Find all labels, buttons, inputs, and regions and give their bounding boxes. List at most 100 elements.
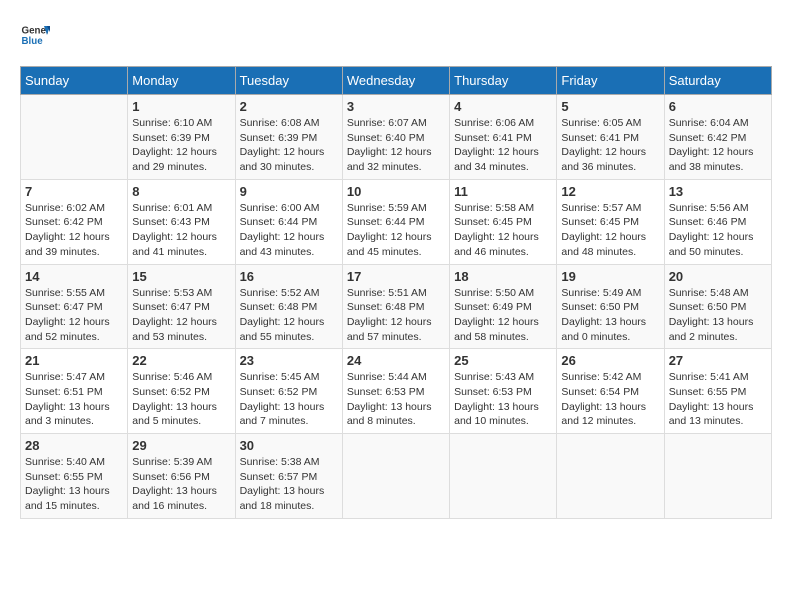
day-number: 8 xyxy=(132,184,230,199)
calendar-cell: 5 Sunrise: 6:05 AMSunset: 6:41 PMDaylight… xyxy=(557,95,664,180)
calendar-week-row: 1 Sunrise: 6:10 AMSunset: 6:39 PMDaylight… xyxy=(21,95,772,180)
calendar-week-row: 14 Sunrise: 5:55 AMSunset: 6:47 PMDayligh… xyxy=(21,264,772,349)
cell-info: Sunrise: 6:04 AMSunset: 6:42 PMDaylight:… xyxy=(669,116,767,175)
day-number: 12 xyxy=(561,184,659,199)
cell-info: Sunrise: 6:10 AMSunset: 6:39 PMDaylight:… xyxy=(132,116,230,175)
calendar-cell: 16 Sunrise: 5:52 AMSunset: 6:48 PMDayligh… xyxy=(235,264,342,349)
day-number: 9 xyxy=(240,184,338,199)
cell-info: Sunrise: 5:44 AMSunset: 6:53 PMDaylight:… xyxy=(347,370,445,429)
cell-info: Sunrise: 5:47 AMSunset: 6:51 PMDaylight:… xyxy=(25,370,123,429)
calendar-cell: 24 Sunrise: 5:44 AMSunset: 6:53 PMDayligh… xyxy=(342,349,449,434)
calendar-cell: 9Sunrise: 6:00 AMSunset: 6:44 PMDaylight… xyxy=(235,179,342,264)
calendar-cell: 30 Sunrise: 5:38 AMSunset: 6:57 PMDayligh… xyxy=(235,434,342,519)
day-number: 23 xyxy=(240,353,338,368)
day-number: 2 xyxy=(240,99,338,114)
calendar-cell: 26 Sunrise: 5:42 AMSunset: 6:54 PMDayligh… xyxy=(557,349,664,434)
day-number: 27 xyxy=(669,353,767,368)
cell-info: Sunrise: 5:43 AMSunset: 6:53 PMDaylight:… xyxy=(454,370,552,429)
day-number: 5 xyxy=(561,99,659,114)
logo: General Blue xyxy=(20,20,54,50)
cell-info: Sunrise: 5:46 AMSunset: 6:52 PMDaylight:… xyxy=(132,370,230,429)
cell-info: Sunrise: 5:39 AMSunset: 6:56 PMDaylight:… xyxy=(132,455,230,514)
calendar-cell: 15Sunrise: 5:53 AMSunset: 6:47 PMDayligh… xyxy=(128,264,235,349)
day-number: 25 xyxy=(454,353,552,368)
calendar-cell: 22 Sunrise: 5:46 AMSunset: 6:52 PMDayligh… xyxy=(128,349,235,434)
day-number: 30 xyxy=(240,438,338,453)
day-number: 16 xyxy=(240,269,338,284)
day-number: 22 xyxy=(132,353,230,368)
weekday-header: Sunday xyxy=(21,67,128,95)
cell-info: Sunrise: 6:05 AMSunset: 6:41 PMDaylight:… xyxy=(561,116,659,175)
calendar-cell: 29 Sunrise: 5:39 AMSunset: 6:56 PMDayligh… xyxy=(128,434,235,519)
cell-info: Sunrise: 5:55 AMSunset: 6:47 PMDaylight:… xyxy=(25,286,123,345)
day-number: 15 xyxy=(132,269,230,284)
cell-info: Sunrise: 6:07 AMSunset: 6:40 PMDaylight:… xyxy=(347,116,445,175)
calendar-cell xyxy=(450,434,557,519)
calendar-week-row: 7 Sunrise: 6:02 AMSunset: 6:42 PMDaylight… xyxy=(21,179,772,264)
day-number: 7 xyxy=(25,184,123,199)
cell-info: Sunrise: 5:50 AMSunset: 6:49 PMDaylight:… xyxy=(454,286,552,345)
cell-info: Sunrise: 6:06 AMSunset: 6:41 PMDaylight:… xyxy=(454,116,552,175)
day-number: 19 xyxy=(561,269,659,284)
calendar-week-row: 28Sunrise: 5:40 AMSunset: 6:55 PMDayligh… xyxy=(21,434,772,519)
page-header: General Blue xyxy=(20,20,772,50)
day-number: 6 xyxy=(669,99,767,114)
calendar-cell: 8 Sunrise: 6:01 AMSunset: 6:43 PMDaylight… xyxy=(128,179,235,264)
day-number: 28 xyxy=(25,438,123,453)
cell-info: Sunrise: 5:56 AMSunset: 6:46 PMDaylight:… xyxy=(669,201,767,260)
day-number: 4 xyxy=(454,99,552,114)
calendar-cell: 23 Sunrise: 5:45 AMSunset: 6:52 PMDayligh… xyxy=(235,349,342,434)
calendar-cell: 25 Sunrise: 5:43 AMSunset: 6:53 PMDayligh… xyxy=(450,349,557,434)
calendar-cell: 4 Sunrise: 6:06 AMSunset: 6:41 PMDaylight… xyxy=(450,95,557,180)
cell-info: Sunrise: 5:45 AMSunset: 6:52 PMDaylight:… xyxy=(240,370,338,429)
weekday-header: Friday xyxy=(557,67,664,95)
calendar-cell: 14 Sunrise: 5:55 AMSunset: 6:47 PMDayligh… xyxy=(21,264,128,349)
calendar-cell xyxy=(664,434,771,519)
cell-info: Sunrise: 5:38 AMSunset: 6:57 PMDaylight:… xyxy=(240,455,338,514)
cell-info: Sunrise: 5:59 AMSunset: 6:44 PMDaylight:… xyxy=(347,201,445,260)
calendar-cell xyxy=(557,434,664,519)
cell-info: Sunrise: 6:02 AMSunset: 6:42 PMDaylight:… xyxy=(25,201,123,260)
weekday-header: Saturday xyxy=(664,67,771,95)
cell-info: Sunrise: 5:58 AMSunset: 6:45 PMDaylight:… xyxy=(454,201,552,260)
day-number: 17 xyxy=(347,269,445,284)
day-number: 18 xyxy=(454,269,552,284)
weekday-header: Thursday xyxy=(450,67,557,95)
day-number: 11 xyxy=(454,184,552,199)
cell-info: Sunrise: 5:51 AMSunset: 6:48 PMDaylight:… xyxy=(347,286,445,345)
calendar-cell: 7 Sunrise: 6:02 AMSunset: 6:42 PMDaylight… xyxy=(21,179,128,264)
weekday-header: Tuesday xyxy=(235,67,342,95)
day-number: 1 xyxy=(132,99,230,114)
calendar-table: SundayMondayTuesdayWednesdayThursdayFrid… xyxy=(20,66,772,519)
cell-info: Sunrise: 5:42 AMSunset: 6:54 PMDaylight:… xyxy=(561,370,659,429)
cell-info: Sunrise: 5:49 AMSunset: 6:50 PMDaylight:… xyxy=(561,286,659,345)
logo-icon: General Blue xyxy=(20,20,50,50)
day-number: 21 xyxy=(25,353,123,368)
svg-text:Blue: Blue xyxy=(22,36,44,47)
day-number: 29 xyxy=(132,438,230,453)
calendar-cell: 28Sunrise: 5:40 AMSunset: 6:55 PMDayligh… xyxy=(21,434,128,519)
day-number: 24 xyxy=(347,353,445,368)
weekday-header: Wednesday xyxy=(342,67,449,95)
day-number: 20 xyxy=(669,269,767,284)
calendar-cell: 19 Sunrise: 5:49 AMSunset: 6:50 PMDayligh… xyxy=(557,264,664,349)
calendar-cell: 11 Sunrise: 5:58 AMSunset: 6:45 PMDayligh… xyxy=(450,179,557,264)
calendar-cell: 1 Sunrise: 6:10 AMSunset: 6:39 PMDaylight… xyxy=(128,95,235,180)
calendar-cell xyxy=(342,434,449,519)
weekday-header: Monday xyxy=(128,67,235,95)
cell-info: Sunrise: 5:41 AMSunset: 6:55 PMDaylight:… xyxy=(669,370,767,429)
cell-info: Sunrise: 5:57 AMSunset: 6:45 PMDaylight:… xyxy=(561,201,659,260)
calendar-cell: 20 Sunrise: 5:48 AMSunset: 6:50 PMDayligh… xyxy=(664,264,771,349)
calendar-cell: 17 Sunrise: 5:51 AMSunset: 6:48 PMDayligh… xyxy=(342,264,449,349)
calendar-cell: 12 Sunrise: 5:57 AMSunset: 6:45 PMDayligh… xyxy=(557,179,664,264)
day-number: 14 xyxy=(25,269,123,284)
cell-info: Sunrise: 5:52 AMSunset: 6:48 PMDaylight:… xyxy=(240,286,338,345)
cell-info: Sunrise: 6:08 AMSunset: 6:39 PMDaylight:… xyxy=(240,116,338,175)
cell-info: Sunrise: 6:01 AMSunset: 6:43 PMDaylight:… xyxy=(132,201,230,260)
cell-info: Sunrise: 5:48 AMSunset: 6:50 PMDaylight:… xyxy=(669,286,767,345)
day-number: 13 xyxy=(669,184,767,199)
day-number: 26 xyxy=(561,353,659,368)
calendar-cell: 3Sunrise: 6:07 AMSunset: 6:40 PMDaylight… xyxy=(342,95,449,180)
calendar-cell: 21 Sunrise: 5:47 AMSunset: 6:51 PMDayligh… xyxy=(21,349,128,434)
calendar-cell: 2 Sunrise: 6:08 AMSunset: 6:39 PMDaylight… xyxy=(235,95,342,180)
